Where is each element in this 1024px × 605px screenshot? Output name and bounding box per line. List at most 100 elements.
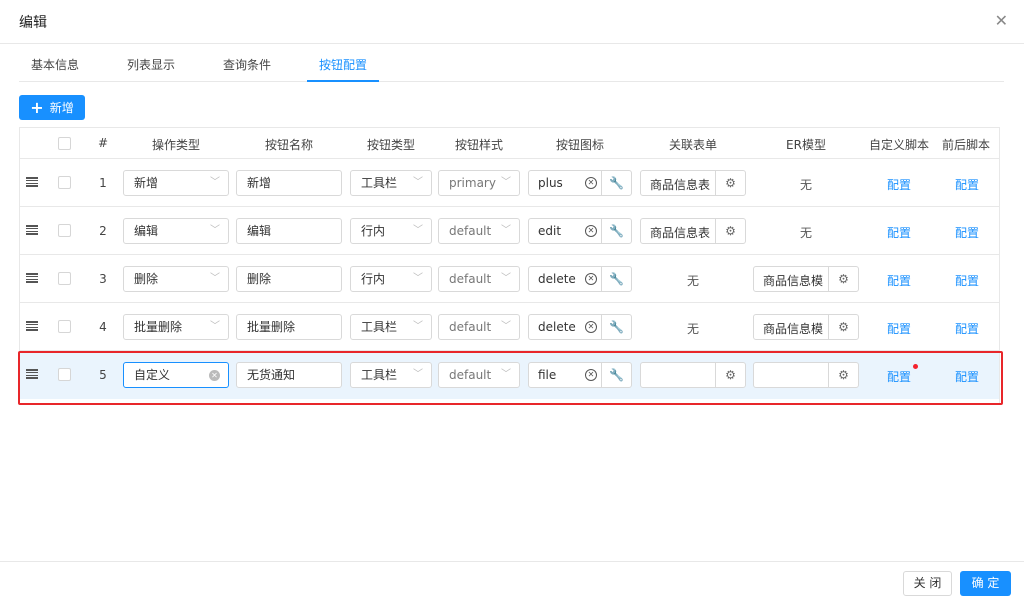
tab-basic-info[interactable]: 基本信息: [19, 56, 91, 82]
btn-icon-picker[interactable]: edit ✕ 🔧: [528, 218, 632, 244]
wrench-icon[interactable]: 🔧: [601, 363, 631, 387]
btn-icon-picker[interactable]: file ✕ 🔧: [528, 362, 632, 388]
wrench-icon[interactable]: 🔧: [601, 219, 631, 243]
related-form-picker[interactable]: 商品信息表 ⚙: [640, 218, 746, 244]
btn-icon-picker[interactable]: delete ✕ 🔧: [528, 266, 632, 292]
gear-icon[interactable]: ⚙: [715, 219, 745, 243]
col-op-type: 操作类型: [151, 138, 200, 152]
row-checkbox[interactable]: [58, 176, 71, 189]
btn-name-input[interactable]: 删除: [236, 266, 342, 292]
related-form-value: 商品信息表: [650, 178, 711, 192]
btn-type-select[interactable]: 工具栏 ﹀: [350, 314, 432, 340]
op-type-select[interactable]: 编辑 ﹀: [123, 218, 229, 244]
clear-icon[interactable]: ✕: [585, 369, 597, 381]
er-model-picker[interactable]: 商品信息模 ⚙: [753, 266, 859, 292]
chevron-down-icon: ﹀: [413, 321, 423, 332]
table-row: 4 批量删除 ﹀ 批量删除 工具栏 ﹀ default ﹀ delete ✕ 🔧 无 …: [20, 303, 999, 351]
btn-icon-value: delete: [538, 320, 576, 334]
er-model-picker[interactable]: 商品信息模 ⚙: [753, 314, 859, 340]
btn-style-select[interactable]: primary ﹀: [438, 170, 520, 196]
close-button[interactable]: 关 闭: [903, 571, 952, 596]
btn-name-input[interactable]: 批量删除: [236, 314, 342, 340]
btn-style-value: primary: [449, 176, 496, 190]
gear-icon[interactable]: ⚙: [828, 363, 858, 387]
btn-type-select[interactable]: 行内 ﹀: [350, 266, 432, 292]
chevron-down-icon: ﹀: [413, 225, 423, 236]
pre-post-script-config-link[interactable]: 配置: [955, 224, 979, 241]
select-all-checkbox[interactable]: [58, 137, 71, 150]
btn-style-select[interactable]: default ﹀: [438, 218, 520, 244]
op-type-select[interactable]: 批量删除 ﹀: [123, 314, 229, 340]
btn-style-select[interactable]: default ﹀: [438, 314, 520, 340]
row-checkbox[interactable]: [58, 224, 71, 237]
btn-icon-picker[interactable]: delete ✕ 🔧: [528, 314, 632, 340]
gear-icon[interactable]: ⚙: [715, 171, 745, 195]
clear-icon[interactable]: ✕: [209, 370, 220, 381]
btn-type-value: 工具栏: [361, 176, 398, 190]
custom-script-config-link[interactable]: 配置: [887, 320, 911, 337]
er-model-value: 无: [800, 178, 813, 192]
add-button[interactable]: + 新增: [19, 95, 85, 120]
custom-script-config-link[interactable]: 配置: [887, 272, 911, 289]
op-type-select[interactable]: 删除 ﹀: [123, 266, 229, 292]
drag-handle-icon[interactable]: [26, 321, 38, 331]
pre-post-script-config-link[interactable]: 配置: [955, 368, 979, 385]
tab-button-config[interactable]: 按钮配置: [307, 56, 380, 82]
btn-name-input[interactable]: 新增: [236, 170, 342, 196]
custom-script-config-link[interactable]: 配置: [887, 368, 911, 385]
col-pre-post-script: 前后脚本: [941, 138, 990, 152]
drag-handle-icon[interactable]: [26, 273, 38, 283]
drag-handle-icon[interactable]: [26, 369, 38, 379]
row-checkbox[interactable]: [58, 368, 71, 381]
gear-icon[interactable]: ⚙: [828, 267, 858, 291]
clear-icon[interactable]: ✕: [585, 273, 597, 285]
wrench-icon[interactable]: 🔧: [601, 315, 631, 339]
btn-style-select[interactable]: default ﹀: [438, 362, 520, 388]
table-row: 1 新增 ﹀ 新增 工具栏 ﹀ primary ﹀ plus ✕ 🔧 商品信息表 ⚙ …: [20, 159, 999, 207]
custom-script-config-link[interactable]: 配置: [887, 224, 911, 241]
btn-type-select[interactable]: 工具栏 ﹀: [350, 170, 432, 196]
op-type-select[interactable]: 自定义 ✕: [123, 362, 229, 388]
wrench-icon[interactable]: 🔧: [601, 267, 631, 291]
row-checkbox[interactable]: [58, 320, 71, 333]
chevron-down-icon: ﹀: [413, 369, 423, 380]
btn-style-select[interactable]: default ﹀: [438, 266, 520, 292]
clear-icon[interactable]: ✕: [585, 225, 597, 237]
col-custom-script: 自定义脚本: [868, 138, 929, 152]
drag-handle-icon[interactable]: [26, 225, 38, 235]
er-model-picker[interactable]: ⚙: [753, 362, 859, 388]
chevron-down-icon: ﹀: [501, 225, 511, 236]
btn-icon-picker[interactable]: plus ✕ 🔧: [528, 170, 632, 196]
wrench-icon[interactable]: 🔧: [601, 171, 631, 195]
row-checkbox[interactable]: [58, 272, 71, 285]
tab-query-conditions[interactable]: 查询条件: [211, 56, 283, 82]
op-type-select[interactable]: 新增 ﹀: [123, 170, 229, 196]
clear-icon[interactable]: ✕: [585, 321, 597, 333]
btn-style-value: default: [449, 272, 492, 286]
related-form-picker[interactable]: ⚙: [640, 362, 746, 388]
op-type-value: 删除: [134, 272, 159, 286]
pre-post-script-config-link[interactable]: 配置: [955, 176, 979, 193]
chevron-down-icon: ﹀: [501, 273, 511, 284]
btn-name-input[interactable]: 无货通知: [236, 362, 342, 388]
op-type-value: 新增: [134, 176, 159, 190]
pre-post-script-config-link[interactable]: 配置: [955, 272, 979, 289]
clear-icon[interactable]: ✕: [585, 177, 597, 189]
drag-handle-icon[interactable]: [26, 177, 38, 187]
button-config-table: # 操作类型 按钮名称 按钮类型 按钮样式 按钮图标 关联表单 ER模型 自定义…: [19, 127, 1000, 404]
chevron-down-icon: ﹀: [501, 369, 511, 380]
gear-icon[interactable]: ⚙: [828, 315, 858, 339]
pre-post-script-config-link[interactable]: 配置: [955, 320, 979, 337]
tab-list-display[interactable]: 列表显示: [115, 56, 187, 82]
er-model-value: 商品信息模: [763, 274, 824, 288]
btn-type-select[interactable]: 工具栏 ﹀: [350, 362, 432, 388]
close-icon[interactable]: ✕: [995, 11, 1008, 31]
gear-icon[interactable]: ⚙: [715, 363, 745, 387]
btn-name-input[interactable]: 编辑: [236, 218, 342, 244]
row-index: 1: [99, 176, 107, 190]
btn-type-select[interactable]: 行内 ﹀: [350, 218, 432, 244]
confirm-button[interactable]: 确 定: [960, 571, 1011, 596]
add-button-label: 新增: [49, 101, 74, 115]
related-form-picker[interactable]: 商品信息表 ⚙: [640, 170, 746, 196]
custom-script-config-link[interactable]: 配置: [887, 176, 911, 193]
